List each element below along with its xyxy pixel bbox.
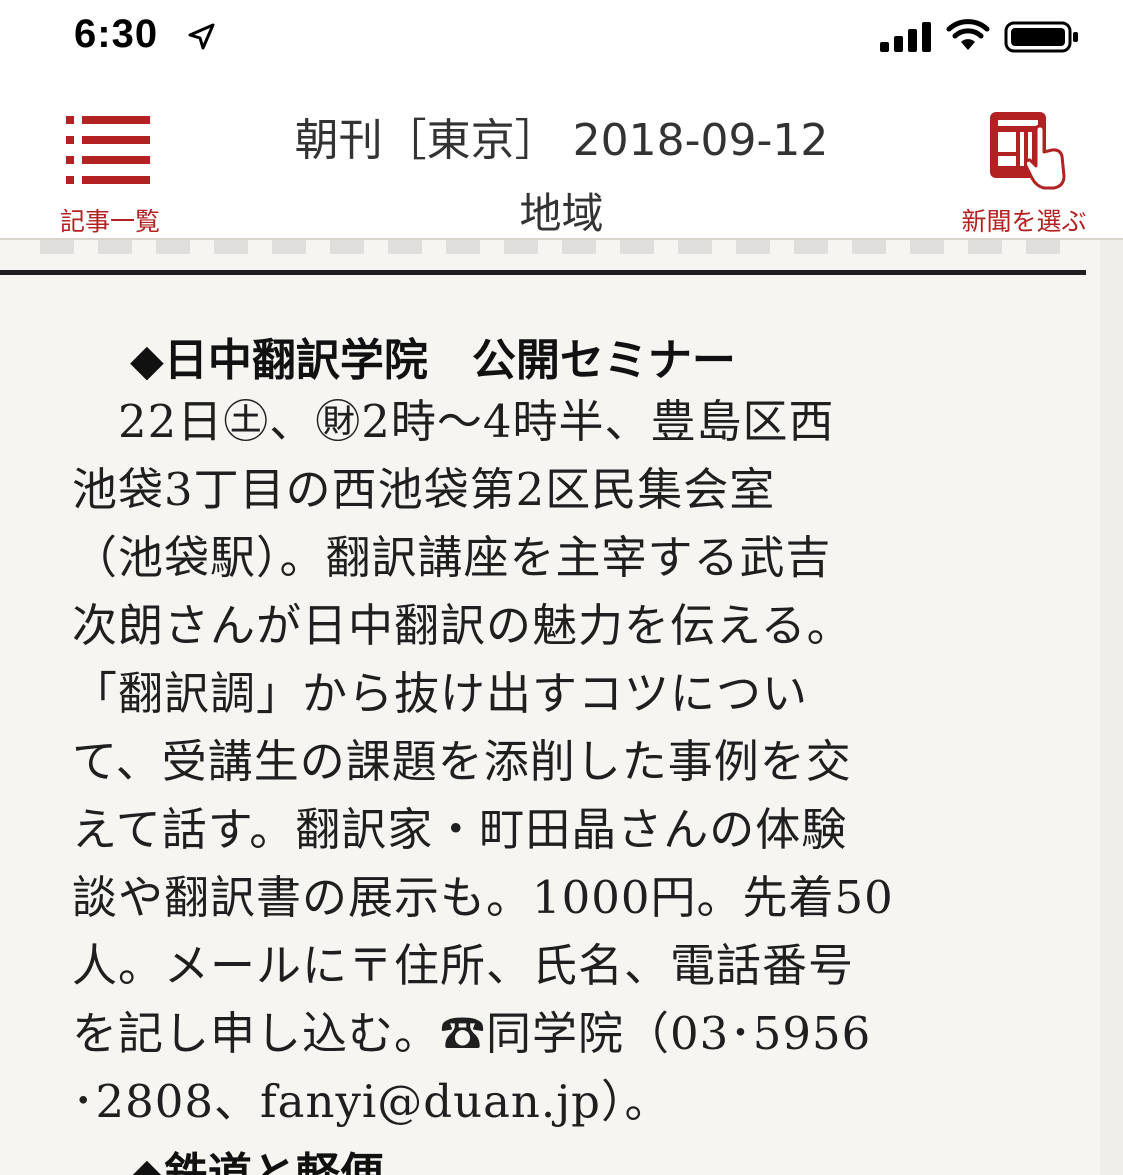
section-title: 地域 bbox=[519, 189, 604, 238]
wifi-icon bbox=[946, 19, 990, 50]
previous-article-edge bbox=[40, 240, 1080, 254]
newspaper-tap-icon bbox=[990, 112, 1066, 190]
article-line: を記し申し込む。☎同学院（03･5956 bbox=[72, 1007, 872, 1060]
page-margin bbox=[1100, 240, 1123, 1175]
article-list-button[interactable]: 記事一覧 bbox=[40, 106, 180, 236]
select-newspaper-label: 新聞を選ぶ bbox=[961, 207, 1087, 236]
article-headline: ◆日中翻訳学院 公開セミナー bbox=[130, 335, 736, 386]
article-line: て、受講生の課題を添削した事例を交 bbox=[72, 735, 852, 788]
article-list-label: 記事一覧 bbox=[59, 207, 160, 236]
article-line: 次朗さんが日中翻訳の魅力を伝える。 bbox=[72, 599, 853, 652]
article-viewer[interactable]: ◆日中翻訳学院 公開セミナー 22日㊏、㊖2時〜4時半、豊島区西 池袋3丁目の西… bbox=[0, 240, 1123, 1175]
cellular-signal-icon bbox=[880, 22, 931, 52]
select-newspaper-button[interactable]: 新聞を選ぶ bbox=[948, 106, 1100, 236]
edition-title: 朝刊［東京］ 2018-09-12 bbox=[294, 115, 829, 166]
article-line: えて話す。翻訳家・町田晶さんの体験 bbox=[72, 803, 848, 856]
article-line: ･2808、fanyi@duan.jp）。 bbox=[72, 1075, 671, 1128]
article-line: 「翻訳調」から抜け出すコツについ bbox=[72, 667, 809, 720]
next-article-headline: ◆鉄道と軽便 bbox=[130, 1149, 384, 1175]
location-arrow-icon bbox=[188, 23, 215, 50]
status-time: 6:30 bbox=[74, 12, 159, 56]
article-line: 22日㊏、㊖2時〜4時半、豊島区西 bbox=[72, 395, 835, 448]
list-icon bbox=[66, 116, 150, 184]
article-line: 談や翻訳書の展示も。1000円。先着50 bbox=[72, 871, 894, 924]
article-line: 池袋3丁目の西池袋第2区民集会室 bbox=[72, 463, 776, 516]
status-bar: 6:30 bbox=[0, 0, 1123, 78]
battery-icon bbox=[1004, 21, 1078, 53]
article-line: 人。メールに〒住所、氏名、電話番号 bbox=[72, 939, 855, 992]
nav-header: 記事一覧 朝刊［東京］ 2018-09-12 地域 新聞を選ぶ bbox=[0, 78, 1123, 240]
article-body: 22日㊏、㊖2時〜4時半、豊島区西 池袋3丁目の西池袋第2区民集会室 （池袋駅）… bbox=[72, 388, 1072, 1136]
article-line: （池袋駅）。翻訳講座を主宰する武吉 bbox=[72, 531, 832, 584]
section-rule bbox=[0, 270, 1086, 275]
